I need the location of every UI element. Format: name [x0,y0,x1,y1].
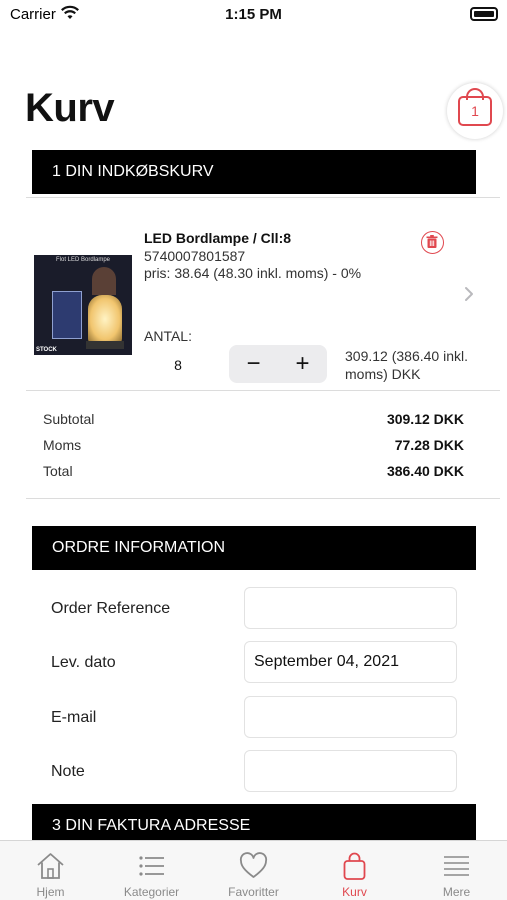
quantity-value: 8 [174,357,182,373]
status-bar: Carrier 1:15 PM [0,0,507,30]
image-box [52,291,82,339]
tab-more[interactable]: Mere [406,841,507,900]
cart-badge-button[interactable]: 1 [447,83,503,139]
image-watermark: STOCK [36,347,57,353]
tab-more-label: Mere [442,885,471,899]
divider [26,498,500,499]
subtotal-value: 309.12 DKK [386,411,464,427]
tab-cart-label: Kurv [342,885,367,899]
image-lamp-base [86,341,124,349]
total-value: 386.40 DKK [386,463,464,479]
status-time: 1:15 PM [225,6,282,23]
heart-icon [239,852,268,878]
order-reference-input[interactable] [244,587,457,629]
moms-value: 77.28 DKK [394,437,464,453]
remove-item-button[interactable] [421,231,444,254]
cart-count: 1 [471,103,479,119]
cart-section-header: 1 DIN INDKØBSKURV [32,150,476,194]
delivery-date-input[interactable] [244,641,457,683]
menu-icon [444,856,469,876]
list-icon [139,856,164,876]
tab-favorites[interactable]: Favoritter [203,841,304,900]
product-price: pris: 38.64 (48.30 inkl. moms) - 0% [144,265,362,281]
image-person [92,267,116,295]
divider [26,390,500,391]
note-input[interactable] [244,750,457,792]
image-lamp [88,295,122,343]
tab-cart[interactable]: Kurv [304,841,405,900]
email-label: E-mail [51,709,97,726]
email-input[interactable] [244,696,457,738]
chevron-right-icon[interactable] [462,285,476,303]
minus-icon[interactable]: − [229,345,278,383]
delivery-date-label: Lev. dato [51,654,116,671]
total-label: Total [43,463,73,479]
home-icon [37,853,64,879]
product-image[interactable]: Flot LED Bordlampe STOCK [34,255,132,355]
tab-home-label: Hjem [36,885,65,899]
order-reference-label: Order Reference [51,600,171,617]
order-section-header: ORDRE INFORMATION [32,526,476,570]
quantity-label: ANTAL: [144,328,192,344]
image-caption: Flot LED Bordlampe [55,257,111,263]
trash-icon [426,235,438,248]
shopping-bag-icon [343,852,366,880]
tab-favorites-label: Favoritter [228,885,279,899]
tab-home[interactable]: Hjem [0,841,101,900]
note-label: Note [51,763,85,780]
page-title: Kurv [25,86,115,130]
product-sku: 5740007801587 [144,248,246,264]
tab-categories[interactable]: Kategorier [101,841,202,900]
quantity-stepper[interactable]: − + [229,345,327,383]
divider [26,197,500,198]
tab-bar: Hjem Kategorier Favoritter Kurv Mere [0,840,507,900]
line-total-line2: moms) DKK [345,366,421,382]
product-name[interactable]: LED Bordlampe / Cll:8 [144,230,291,246]
plus-icon[interactable]: + [278,345,327,383]
moms-label: Moms [43,437,82,453]
battery-icon [470,7,498,21]
subtotal-label: Subtotal [43,411,95,427]
tab-categories-label: Kategorier [123,885,180,899]
line-total-line1: 309.12 (386.40 inkl. [345,348,468,364]
line-total: 309.12 (386.40 inkl. moms) DKK [345,347,485,383]
